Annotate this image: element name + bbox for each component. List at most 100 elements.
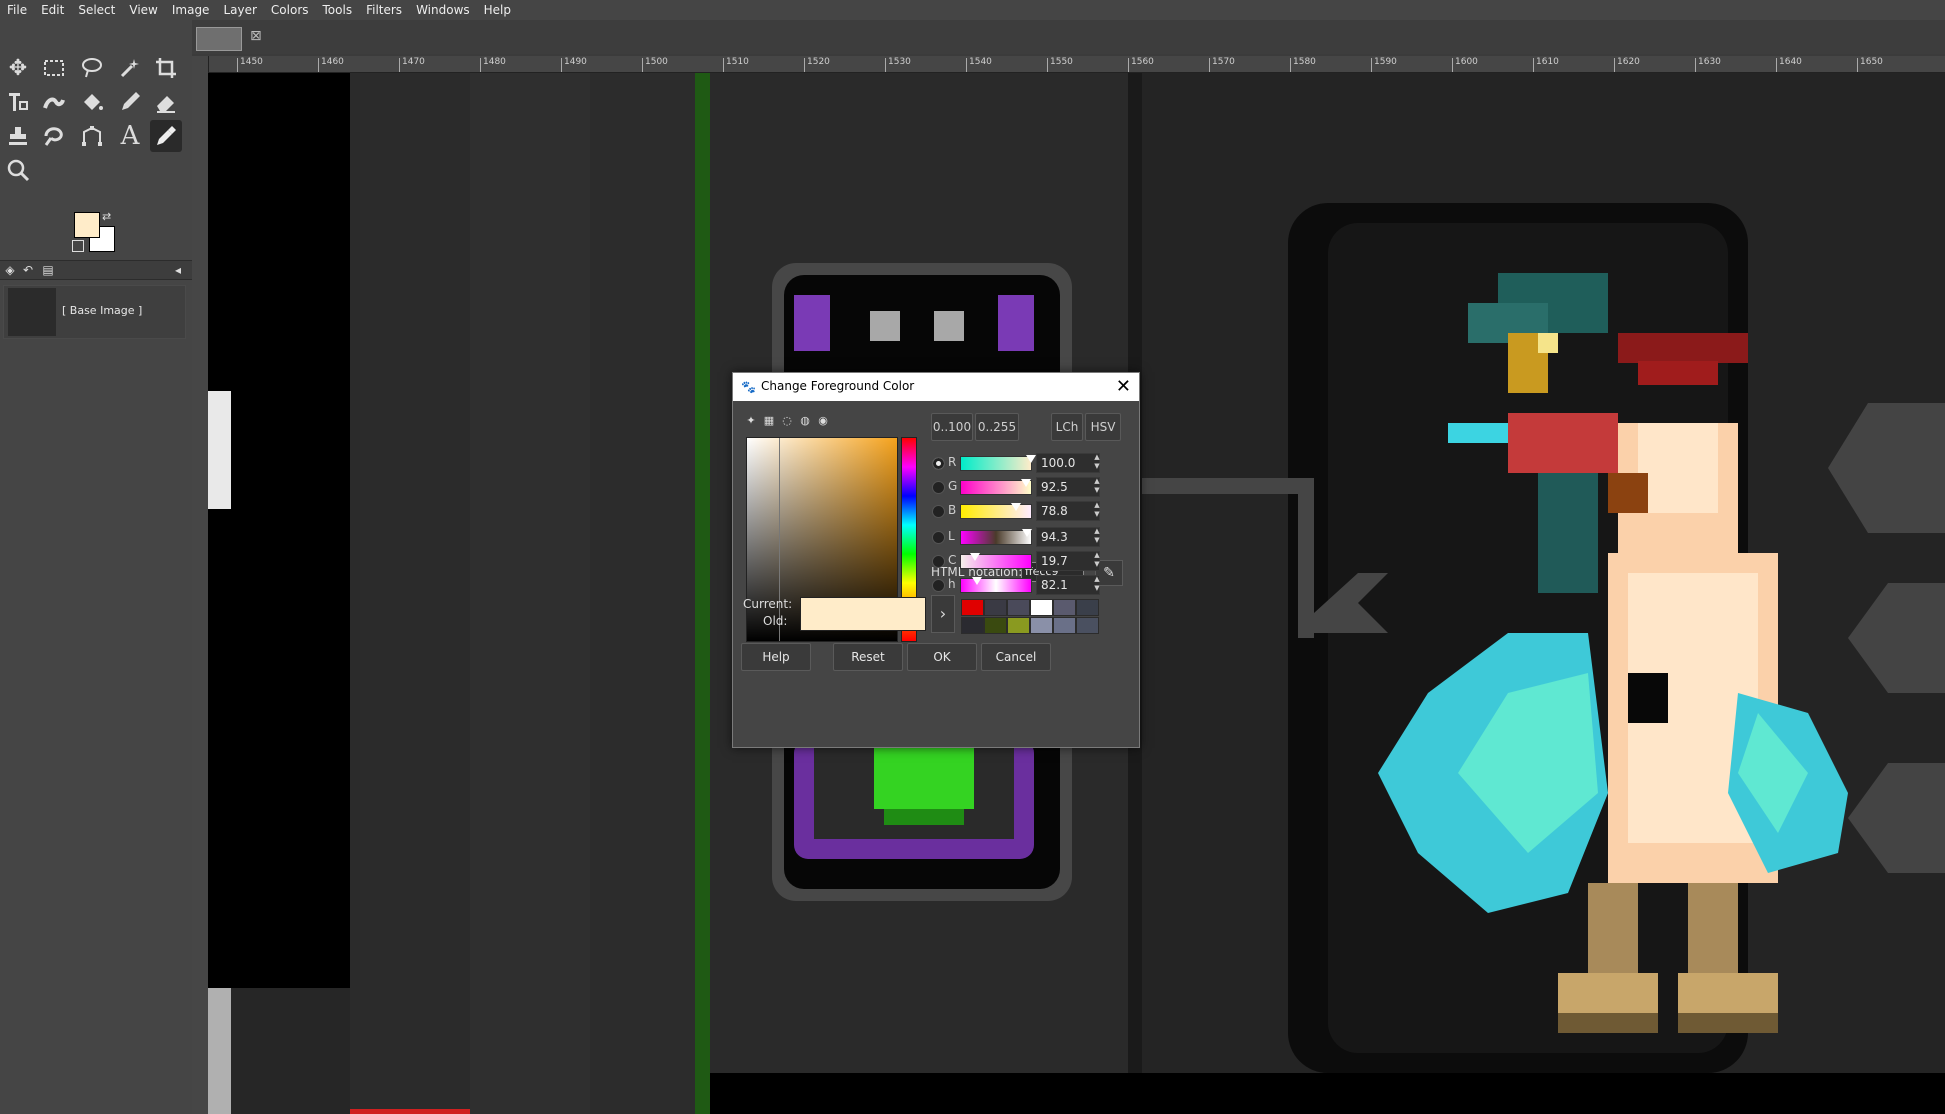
history-swatch[interactable] bbox=[984, 599, 1007, 616]
spin-arrows-icon[interactable]: ▲ ▼ bbox=[1092, 551, 1102, 571]
cancel-button[interactable]: Cancel bbox=[981, 643, 1051, 671]
spin-arrows-icon[interactable]: ▲ ▼ bbox=[1092, 477, 1102, 497]
channel-radio[interactable] bbox=[932, 579, 945, 592]
history-swatch[interactable] bbox=[1007, 617, 1030, 634]
dialog-titlebar[interactable]: 🐾 Change Foreground Color ✕ bbox=[733, 373, 1139, 401]
crop-tool-icon[interactable] bbox=[150, 52, 182, 84]
menu-layer[interactable]: Layer bbox=[216, 0, 263, 20]
reset-button[interactable]: Reset bbox=[833, 643, 903, 671]
range-0-100-button[interactable]: 0..100 bbox=[931, 413, 973, 441]
warp-tool-icon[interactable] bbox=[38, 86, 70, 118]
menu-image[interactable]: Image bbox=[165, 0, 217, 20]
spin-arrows-icon[interactable]: ▲ ▼ bbox=[1092, 575, 1102, 595]
ok-button[interactable]: OK bbox=[907, 643, 977, 671]
dock-menu-icon[interactable]: ◂ bbox=[170, 262, 186, 278]
channels-tab-icon[interactable]: ▤ bbox=[40, 262, 56, 278]
menu-windows[interactable]: Windows bbox=[409, 0, 477, 20]
text-tool-icon[interactable]: A bbox=[114, 120, 146, 152]
channel-radio[interactable] bbox=[932, 531, 945, 544]
menu-filters[interactable]: Filters bbox=[359, 0, 409, 20]
horizontal-ruler[interactable]: 1450 1460 1470 1480 1490 1500 1510 1520 1530 1540… bbox=[207, 56, 1945, 73]
history-swatch[interactable] bbox=[961, 599, 984, 616]
range-0-255-button[interactable]: 0..255 bbox=[975, 413, 1019, 441]
channel-slider[interactable] bbox=[960, 529, 1032, 545]
menu-file[interactable]: File bbox=[0, 0, 34, 20]
clone-tool-icon[interactable] bbox=[2, 120, 34, 152]
spin-arrows-icon[interactable]: ▲ ▼ bbox=[1092, 527, 1102, 547]
history-swatch[interactable] bbox=[1076, 617, 1099, 634]
slider-marker[interactable] bbox=[1020, 479, 1031, 487]
default-colors-icon[interactable] bbox=[72, 240, 84, 252]
history-swatch[interactable] bbox=[961, 617, 984, 634]
wheel-selector-icon[interactable]: ◉ bbox=[815, 413, 831, 429]
add-to-history-button[interactable]: › bbox=[931, 595, 955, 633]
cmyk-selector-icon[interactable]: ▦ bbox=[761, 413, 777, 429]
channel-slider[interactable] bbox=[960, 553, 1032, 569]
history-swatch[interactable] bbox=[1030, 617, 1053, 634]
color-picker-tool-icon[interactable] bbox=[150, 120, 182, 152]
paths-tool-icon[interactable] bbox=[76, 120, 108, 152]
channel-value-input[interactable]: 82.1 bbox=[1036, 575, 1100, 595]
hsv-mode-button[interactable]: HSV bbox=[1085, 413, 1121, 441]
gimp-selector-icon[interactable]: ✦ bbox=[743, 413, 759, 429]
layers-tab-icon[interactable]: ◈ bbox=[2, 262, 18, 278]
channel-slider[interactable] bbox=[960, 479, 1032, 495]
eraser-tool-icon[interactable] bbox=[150, 86, 182, 118]
menu-edit[interactable]: Edit bbox=[34, 0, 71, 20]
slider-marker[interactable] bbox=[971, 577, 982, 585]
slider-marker[interactable] bbox=[969, 553, 980, 561]
slider-marker[interactable] bbox=[1011, 503, 1022, 511]
spin-arrows-icon[interactable]: ▲ ▼ bbox=[1092, 501, 1102, 521]
transform-tool-icon[interactable] bbox=[2, 86, 34, 118]
triangle-selector-icon[interactable]: ◌ bbox=[779, 413, 795, 429]
lasso-tool-icon[interactable] bbox=[76, 52, 108, 84]
menu-tools[interactable]: Tools bbox=[316, 0, 360, 20]
undo-history-tab-icon[interactable]: ↶ bbox=[20, 262, 36, 278]
image-tabs: ⊠ bbox=[192, 20, 1945, 54]
ruler-label: 1640 bbox=[1779, 57, 1802, 67]
history-swatch[interactable] bbox=[1053, 599, 1076, 616]
close-icon[interactable]: ✕ bbox=[1116, 376, 1131, 397]
swap-colors-icon[interactable]: ⇄ bbox=[102, 210, 111, 223]
smudge-tool-icon[interactable] bbox=[38, 120, 70, 152]
image-tab-thumbnail[interactable] bbox=[196, 27, 242, 51]
vertical-ruler[interactable] bbox=[192, 56, 209, 1114]
channel-value-input[interactable]: 19.7 bbox=[1036, 551, 1100, 571]
spin-arrows-icon[interactable]: ▲ ▼ bbox=[1092, 453, 1102, 473]
menu-colors[interactable]: Colors bbox=[264, 0, 316, 20]
menu-select[interactable]: Select bbox=[71, 0, 122, 20]
move-tool-icon[interactable]: ✥ bbox=[2, 52, 34, 84]
history-swatch[interactable] bbox=[1030, 599, 1053, 616]
channel-value-input[interactable]: 78.8 bbox=[1036, 501, 1100, 521]
fuzzy-select-tool-icon[interactable] bbox=[114, 52, 146, 84]
history-swatch[interactable] bbox=[1007, 599, 1030, 616]
channel-radio[interactable] bbox=[932, 457, 945, 470]
channel-slider[interactable] bbox=[960, 577, 1032, 593]
slider-marker[interactable] bbox=[1026, 455, 1036, 463]
watercolor-selector-icon[interactable]: ◍ bbox=[797, 413, 813, 429]
lch-mode-button[interactable]: LCh bbox=[1051, 413, 1083, 441]
channel-radio[interactable] bbox=[932, 505, 945, 518]
pencil-tool-icon[interactable] bbox=[114, 86, 146, 118]
history-swatch[interactable] bbox=[1076, 599, 1099, 616]
channel-slider[interactable] bbox=[960, 455, 1036, 471]
ruler-tick bbox=[966, 58, 967, 72]
channel-value-input[interactable]: 94.3 bbox=[1036, 527, 1100, 547]
bucket-fill-tool-icon[interactable] bbox=[76, 86, 108, 118]
history-swatch[interactable] bbox=[984, 617, 1007, 634]
menu-help[interactable]: Help bbox=[477, 0, 518, 20]
rect-select-tool-icon[interactable] bbox=[38, 52, 70, 84]
history-swatch[interactable] bbox=[1053, 617, 1076, 634]
channel-value-input[interactable]: 92.5 bbox=[1036, 477, 1100, 497]
channel-radio[interactable] bbox=[932, 555, 945, 568]
channel-value-input[interactable]: 100.0 bbox=[1036, 453, 1100, 473]
channel-slider[interactable] bbox=[960, 503, 1032, 519]
image-tab-close-icon[interactable]: ⊠ bbox=[250, 28, 262, 44]
layer-row[interactable]: [ Base Image ] bbox=[3, 285, 186, 339]
zoom-tool-icon[interactable] bbox=[2, 154, 34, 186]
foreground-color-swatch[interactable] bbox=[74, 212, 100, 238]
slider-marker[interactable] bbox=[1022, 529, 1032, 537]
channel-radio[interactable] bbox=[932, 481, 945, 494]
menu-view[interactable]: View bbox=[122, 0, 164, 20]
help-button[interactable]: Help bbox=[741, 643, 811, 671]
